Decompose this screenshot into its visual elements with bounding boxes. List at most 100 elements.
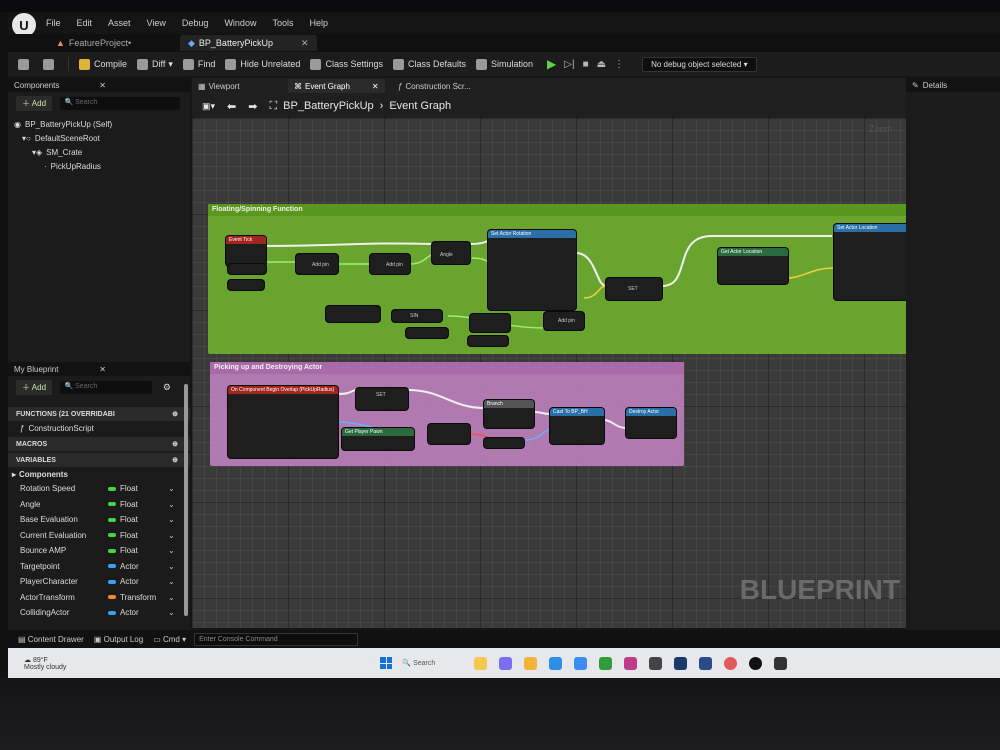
node-set-actor-location[interactable]: Set Actor Location <box>834 224 906 300</box>
close-icon[interactable]: ✕ <box>301 38 309 49</box>
menu-help[interactable]: Help <box>309 18 328 28</box>
play-icon[interactable]: ▶ <box>547 57 556 71</box>
menu-asset[interactable]: Asset <box>108 18 131 28</box>
macros-section[interactable]: MACROS ⊕ <box>8 437 190 451</box>
variable-row[interactable]: CollidingActor Actor ⌄ <box>8 605 190 621</box>
add-member-button[interactable]: ＋ Add <box>16 380 53 395</box>
gear-icon[interactable]: ⚙ <box>163 382 171 392</box>
chevron-down-icon[interactable]: ⌄ <box>168 515 175 524</box>
chevron-down-icon[interactable]: ⌄ <box>168 562 175 571</box>
content-drawer-button[interactable]: ▤ Content Drawer <box>18 635 84 644</box>
chevron-down-icon[interactable]: ⌄ <box>168 484 175 493</box>
node-variable-get[interactable] <box>228 264 266 274</box>
components-search-input[interactable]: 🔍 Search <box>60 97 181 111</box>
epic-games-icon[interactable] <box>774 656 788 670</box>
tab-event-graph[interactable]: ⌘ Event Graph ✕ <box>288 79 385 93</box>
variable-row[interactable]: Current Evaluation Float ⌄ <box>8 528 190 544</box>
menu-tools[interactable]: Tools <box>272 18 293 28</box>
graph-menu-icon[interactable]: ▣▾ <box>202 101 215 112</box>
variable-row[interactable]: Rotation Speed Float ⌄ <box>8 481 190 497</box>
tree-item-self[interactable]: ◉ BP_BatteryPickUp (Self) <box>8 117 190 131</box>
output-log-button[interactable]: ▣ Output Log <box>94 635 143 644</box>
chevron-down-icon[interactable]: ⌄ <box>168 577 175 586</box>
cmd-dropdown[interactable]: ▭ Cmd ▾ <box>153 635 186 644</box>
variable-row[interactable]: ActorTransform Transform ⌄ <box>8 590 190 606</box>
variable-row[interactable]: PlayerCharacter Actor ⌄ <box>8 574 190 590</box>
tab-construction-script[interactable]: ƒ Construction Scr... <box>392 79 477 93</box>
function-construction-script[interactable]: ƒ ConstructionScript <box>8 421 190 435</box>
details-tab[interactable]: ✎ Details <box>906 78 1000 92</box>
chevron-down-icon[interactable]: ⌄ <box>168 546 175 555</box>
node-set-colliding-actor[interactable]: SET <box>356 388 408 410</box>
unreal-app-icon[interactable] <box>749 656 763 670</box>
node-variable-get[interactable] <box>468 336 508 346</box>
tab-bp-batterypickup[interactable]: ◆ BP_BatteryPickUp ✕ <box>180 35 317 51</box>
event-graph-canvas[interactable]: Zoom Floating/Spinning Function Picking … <box>192 118 906 628</box>
node-get-actor-location[interactable]: Get Actor Location <box>718 248 788 284</box>
node-equal[interactable] <box>428 424 470 444</box>
chevron-down-icon[interactable]: ⌄ <box>168 500 175 509</box>
hide-unrelated-button[interactable]: Hide Unrelated <box>225 58 300 70</box>
class-defaults-button[interactable]: Class Defaults <box>392 58 466 70</box>
taskbar-search[interactable]: 🔍 Search <box>402 656 462 670</box>
breadcrumb-graph[interactable]: Event Graph <box>389 100 451 112</box>
chevron-down-icon[interactable]: ⌄ <box>168 531 175 540</box>
node-set-current-evaluation[interactable]: SET <box>606 278 662 300</box>
my-blueprint-tab[interactable]: My Blueprint ✕ <box>8 362 190 376</box>
back-arrow-icon[interactable]: ⬅ <box>227 100 236 113</box>
node-set-angle[interactable]: Angle <box>432 242 470 264</box>
widgets-app-icon[interactable] <box>474 656 488 670</box>
node-add-float[interactable]: Add pin <box>370 254 410 274</box>
functions-section[interactable]: FUNCTIONS (21 OVERRIDABI ⊕ <box>8 407 190 421</box>
save-button[interactable] <box>18 58 33 70</box>
class-settings-button[interactable]: Class Settings <box>310 58 383 70</box>
node-set-actor-rotation[interactable]: Set Actor Rotation <box>488 230 576 310</box>
menu-debug[interactable]: Debug <box>182 18 209 28</box>
variable-row[interactable]: Targetpoint Actor ⌄ <box>8 559 190 575</box>
diff-button[interactable]: Diff ▾ <box>137 58 173 70</box>
add-function-icon[interactable]: ⊕ <box>172 410 178 418</box>
media-app-icon[interactable] <box>624 656 638 670</box>
close-icon[interactable]: ✕ <box>99 81 106 90</box>
add-variable-icon[interactable]: ⊕ <box>172 456 178 464</box>
node-destroy-actor[interactable]: Destroy Actor <box>626 408 676 438</box>
xbox-app-icon[interactable] <box>599 656 613 670</box>
tree-item-sm-crate[interactable]: ▾◈ SM_Crate <box>8 145 190 159</box>
teams-app-icon[interactable] <box>499 656 513 670</box>
browse-button[interactable] <box>43 58 58 70</box>
node-multiply[interactable] <box>470 314 510 332</box>
node-variable-get[interactable] <box>228 280 264 290</box>
variable-row[interactable]: Angle Float ⌄ <box>8 497 190 513</box>
variable-row[interactable]: Bounce AMP Float ⌄ <box>8 543 190 559</box>
close-icon[interactable]: ✕ <box>372 82 379 91</box>
step-icon[interactable]: ▷| <box>564 59 574 70</box>
stop-icon[interactable]: ■ <box>583 59 589 70</box>
node-add-float[interactable]: Add pin <box>544 312 584 330</box>
menu-window[interactable]: Window <box>224 18 256 28</box>
find-button[interactable]: Find <box>182 58 215 70</box>
node-cast-to-bp[interactable]: Cast To BP_BH <box>550 408 604 444</box>
node-branch[interactable]: Branch <box>484 400 534 428</box>
eject-icon[interactable]: ⏏ <box>597 59 606 70</box>
node-get-player-pawn[interactable]: Get Player Pawn <box>342 428 414 450</box>
steam-app-icon[interactable] <box>674 656 688 670</box>
edge-browser-icon[interactable] <box>549 656 563 670</box>
debug-object-dropdown[interactable]: No debug object selected ▾ <box>642 56 757 72</box>
simulation-button[interactable]: Simulation <box>476 58 533 70</box>
tree-item-pickupradius[interactable]: · PickUpRadius <box>8 159 190 173</box>
compile-button[interactable]: Compile <box>79 58 127 70</box>
node-get-game-time[interactable] <box>326 306 380 322</box>
more-options-icon[interactable]: ⋮ <box>614 59 624 70</box>
windows-start-icon[interactable] <box>380 657 393 669</box>
variables-section[interactable]: VARIABLES ⊕ <box>8 453 190 467</box>
tab-feature-project[interactable]: ▲ FeatureProject• <box>48 35 139 51</box>
chevron-down-icon[interactable]: ⌄ <box>168 593 175 602</box>
node-sin[interactable]: SIN <box>392 310 442 322</box>
opera-app-icon[interactable] <box>724 656 738 670</box>
node-event-tick[interactable]: Event Tick <box>226 236 266 266</box>
menu-file[interactable]: File <box>46 18 61 28</box>
node-variable-get[interactable] <box>406 328 448 338</box>
breadcrumb-blueprint[interactable]: BP_BatteryPickUp <box>283 100 373 112</box>
forward-arrow-icon[interactable]: ➡ <box>248 100 257 113</box>
node-on-component-begin-overlap[interactable]: On Component Begin Overlap (PickUpRadius… <box>228 386 338 458</box>
